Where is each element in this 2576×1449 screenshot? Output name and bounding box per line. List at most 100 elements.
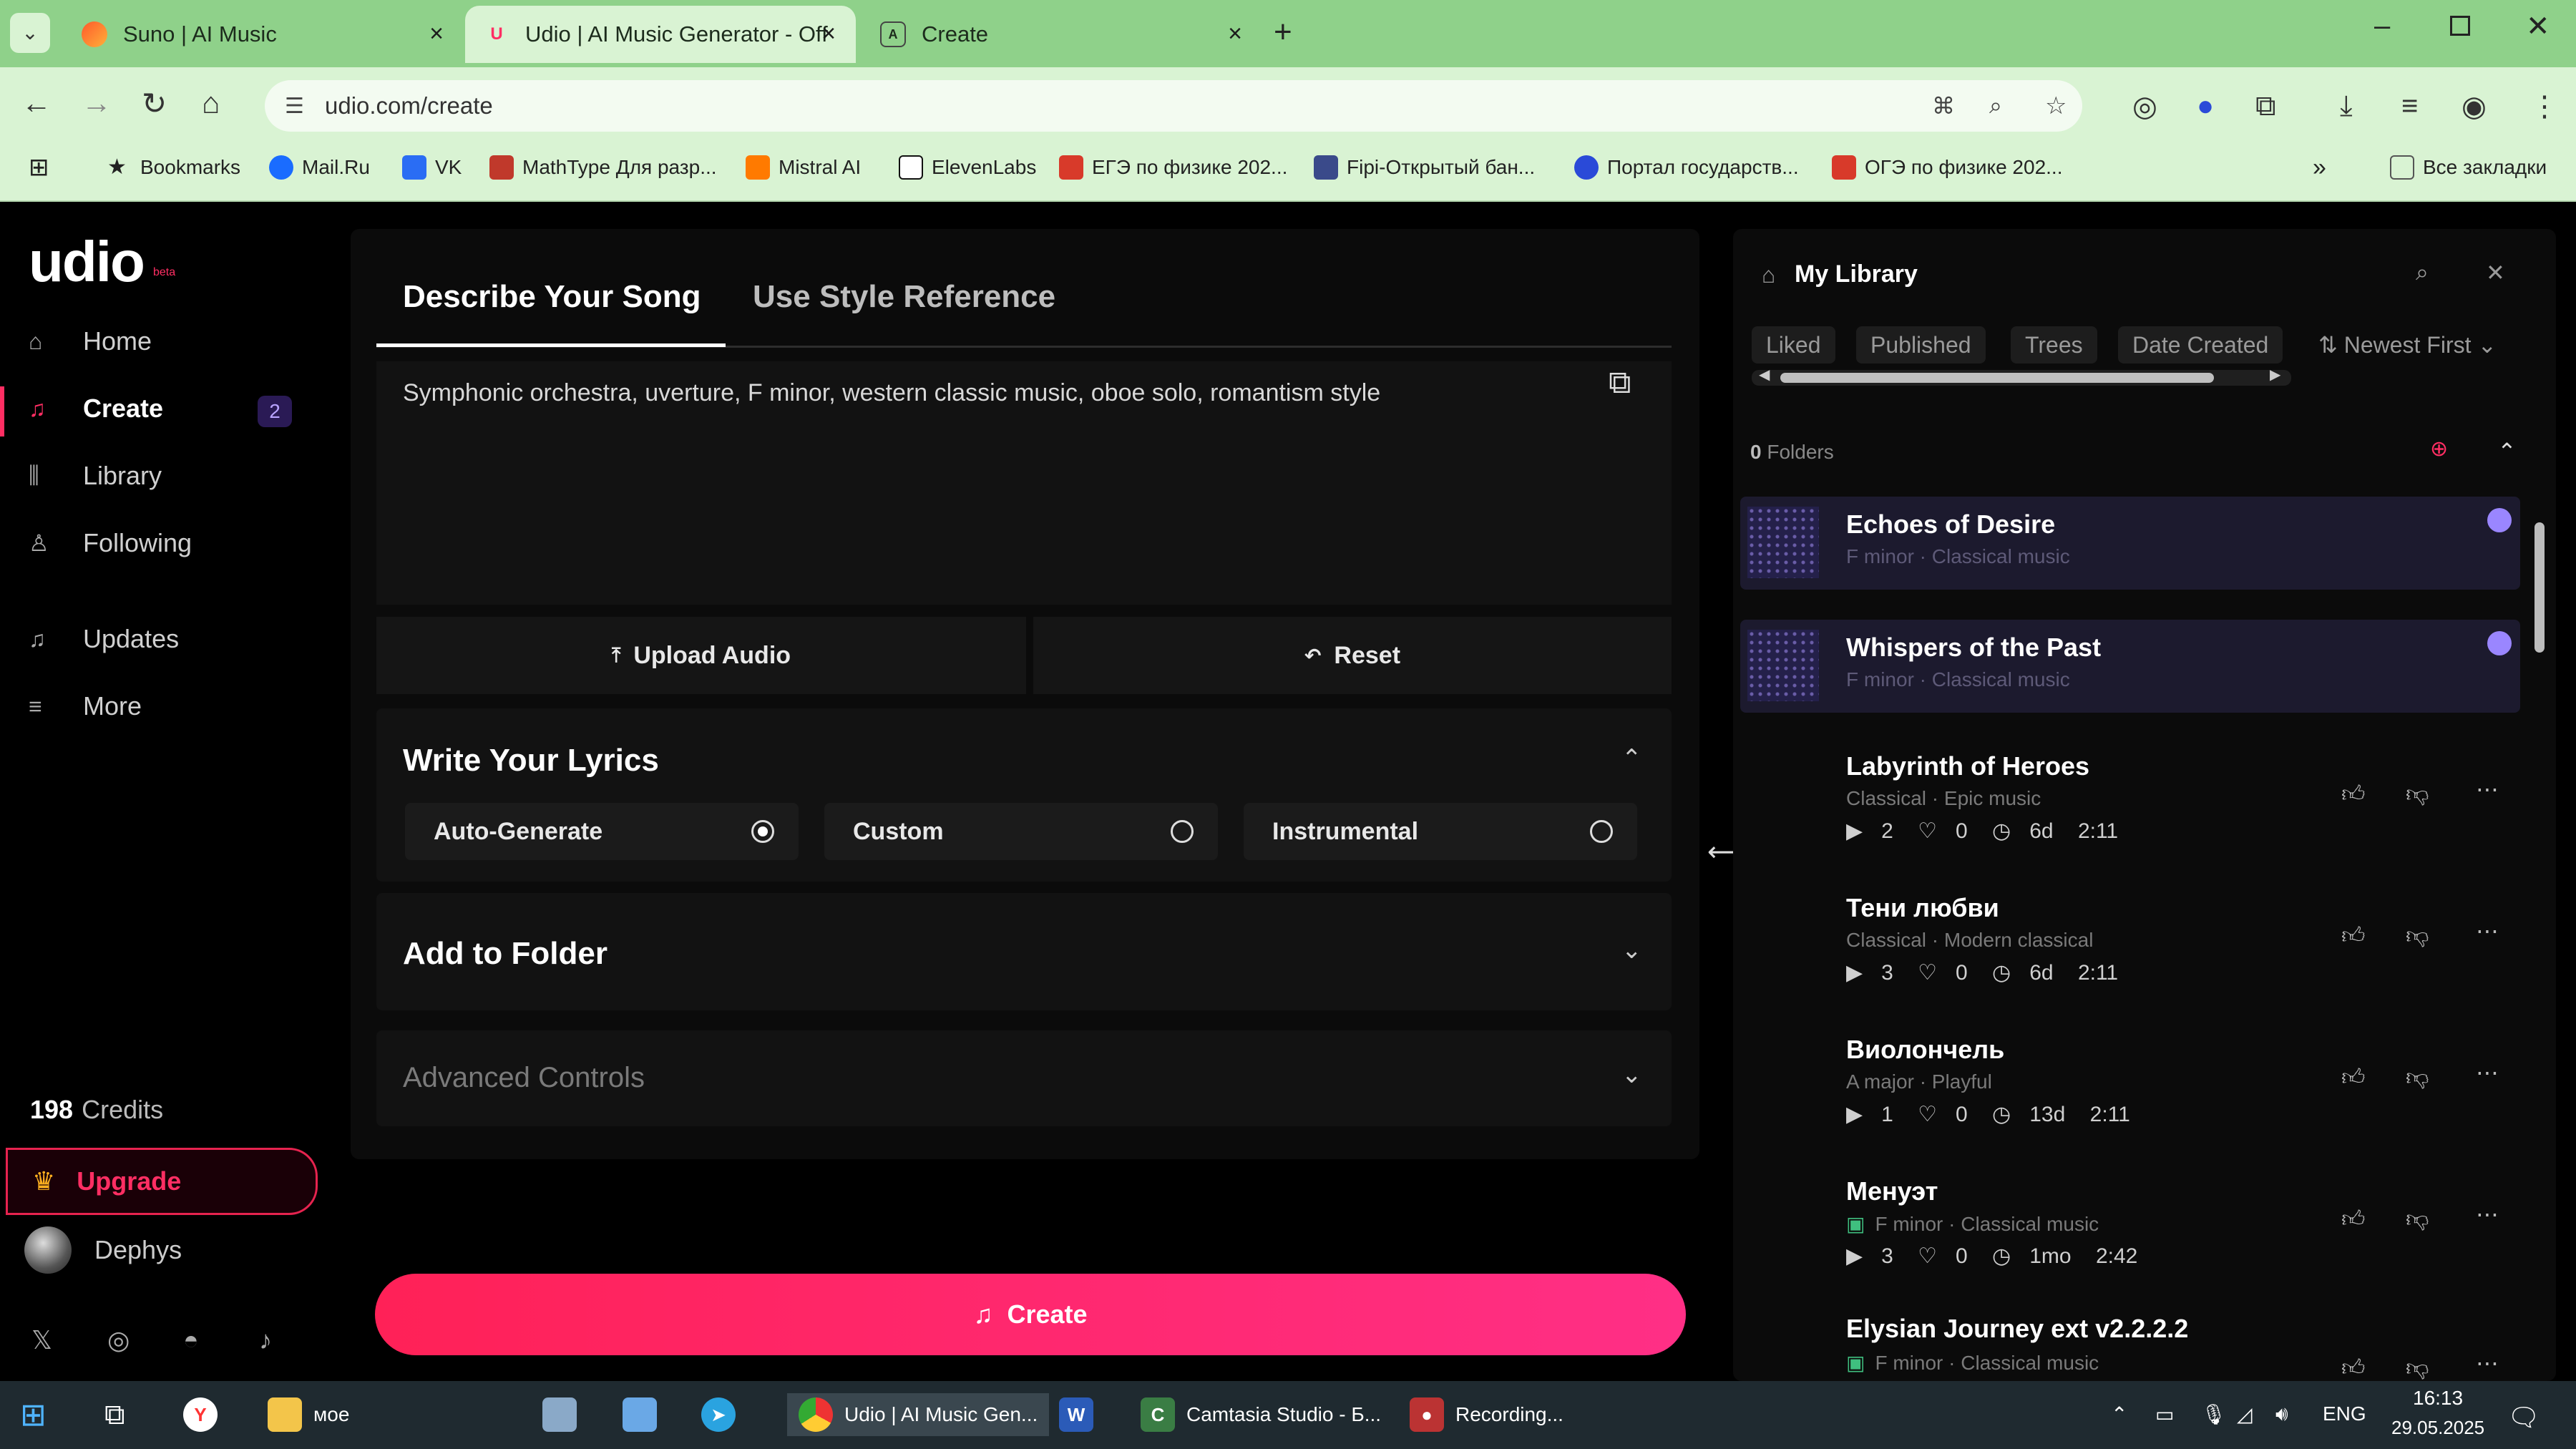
close-tab-icon[interactable]: ×: [821, 20, 836, 48]
tab-udio[interactable]: U Udio | AI Music Generator - Off ×: [465, 6, 856, 63]
taskbar-chrome-udio[interactable]: Udio | AI Music Gen...: [787, 1393, 1050, 1436]
url-field[interactable]: ☰ udio.com/create ⌘ ⌕ ☆: [265, 80, 2082, 132]
bookmark-item[interactable]: ОГЭ по физике 202...: [1832, 153, 2063, 182]
sort-newest-first[interactable]: ⇅ Newest First ⌄: [2304, 326, 2511, 364]
discord-icon[interactable]: ◓: [183, 1325, 199, 1355]
lyrics-section-title[interactable]: Write Your Lyrics: [403, 743, 659, 779]
sidebar-item-updates[interactable]: ♫ Updates: [29, 624, 179, 654]
library-song-row[interactable]: Виолончель A major · Playful ▶ 1 ♡ 0 ◷ 13d …: [1740, 1028, 2520, 1126]
taskbar-folder[interactable]: мое: [268, 1393, 349, 1436]
copy-prompt-icon[interactable]: ⧉: [1609, 365, 1631, 401]
language-indicator[interactable]: ENG: [2323, 1402, 2366, 1425]
udio-logo[interactable]: udio: [29, 229, 145, 295]
thumbs-down-icon[interactable]: 👎︎: [2406, 1354, 2429, 1381]
more-options-icon[interactable]: ⋯: [2476, 1059, 2499, 1086]
download-icon[interactable]: ⤓: [2340, 90, 2353, 122]
sidebar-item-more[interactable]: ≡ More: [29, 691, 142, 721]
radio-selected[interactable]: [751, 820, 774, 843]
library-scrollbar[interactable]: [2533, 494, 2546, 1378]
star-icon[interactable]: ☆: [2045, 92, 2067, 120]
lyrics-option-auto-generate[interactable]: Auto-Generate: [405, 803, 799, 860]
bookmark-item[interactable]: Fipi-Открытый бан...: [1314, 153, 1535, 182]
microphone-icon[interactable]: 🎙︎: [2201, 1402, 2227, 1426]
taskbar-word[interactable]: W: [1059, 1393, 1105, 1436]
play-icon[interactable]: ▶: [1846, 1244, 1863, 1268]
windows-start-icon[interactable]: ⊞: [20, 1393, 47, 1436]
thumbs-up-icon[interactable]: 👍︎: [2341, 922, 2365, 950]
tab-create[interactable]: A Create ×: [862, 6, 1262, 63]
library-song-row[interactable]: Labyrinth of Heroes Classical · Epic mus…: [1740, 744, 2520, 843]
tab-use-style-reference[interactable]: Use Style Reference: [753, 279, 1055, 315]
site-info-icon[interactable]: ☰: [285, 94, 304, 119]
more-options-icon[interactable]: ⋯: [2476, 917, 2499, 945]
play-icon[interactable]: ▶: [1846, 961, 1863, 985]
thumbs-down-icon[interactable]: 👎︎: [2406, 1205, 2429, 1233]
more-options-icon[interactable]: ⋯: [2476, 1201, 2499, 1228]
translate-icon[interactable]: ⌘: [1932, 92, 1955, 119]
forward-icon[interactable]: →: [82, 86, 112, 120]
filter-published[interactable]: Published: [1856, 326, 1986, 364]
tab-list-button[interactable]: ⌄: [10, 13, 50, 53]
bookmark-item[interactable]: Mistral AI: [746, 153, 861, 182]
play-icon[interactable]: ▶: [1846, 1103, 1863, 1126]
scroll-right-icon[interactable]: ▶: [2270, 366, 2280, 384]
lyrics-option-instrumental[interactable]: Instrumental: [1244, 803, 1637, 860]
minimize-icon[interactable]: –: [2374, 10, 2390, 42]
library-song-row[interactable]: Тени любви Classical · Modern classical …: [1740, 886, 2520, 985]
thumbs-up-icon[interactable]: 👍︎: [2341, 1354, 2365, 1381]
tray-app-icon[interactable]: ▭: [2155, 1402, 2174, 1426]
media-control-icon[interactable]: ≡: [2401, 90, 2418, 122]
bookmark-item[interactable]: Mail.Ru: [269, 153, 370, 182]
taskbar-telegram[interactable]: ➤: [701, 1393, 747, 1436]
bookmark-item[interactable]: ★ Bookmarks: [107, 153, 240, 182]
close-tab-icon[interactable]: ×: [1228, 20, 1242, 48]
create-button[interactable]: ♫ Create: [375, 1274, 1686, 1355]
close-window-icon[interactable]: ✕: [2526, 10, 2550, 43]
thumbs-up-icon[interactable]: 👍︎: [2341, 1205, 2365, 1233]
chevron-up-icon[interactable]: ⌃: [1621, 744, 1642, 773]
apps-grid-icon[interactable]: ⊞: [29, 153, 49, 182]
chevron-down-icon[interactable]: ⌄: [1621, 1060, 1642, 1089]
thumbs-down-icon[interactable]: 👎︎: [2406, 780, 2429, 808]
reset-button[interactable]: ↶ Reset: [1033, 617, 1672, 694]
clock-date[interactable]: 29.05.2025: [2391, 1417, 2484, 1439]
bookmark-item[interactable]: Портал государств...: [1574, 153, 1799, 182]
thumbs-up-icon[interactable]: 👍︎: [2341, 1063, 2365, 1091]
bookmark-item[interactable]: VK: [402, 153, 462, 182]
chevron-down-icon[interactable]: ⌄: [1621, 936, 1642, 965]
more-options-icon[interactable]: ⋯: [2476, 776, 2499, 803]
taskbar-yandex[interactable]: Y: [183, 1393, 229, 1436]
library-song-row[interactable]: Whispers of the Past F minor · Classical…: [1740, 620, 2520, 713]
clock-time[interactable]: 16:13: [2413, 1387, 2463, 1410]
new-tab-button[interactable]: +: [1274, 14, 1292, 50]
browser-menu-icon[interactable]: ⋮: [2530, 90, 2559, 123]
play-icon[interactable]: ▶: [1846, 819, 1863, 843]
sidebar-item-library[interactable]: ⫼ Library: [29, 461, 162, 491]
reload-icon[interactable]: ↻: [142, 86, 167, 121]
more-bookmarks-icon[interactable]: »: [2313, 153, 2326, 182]
library-song-row[interactable]: Менуэт ▣ F minor · Classical music ▶ 3 ♡ 0 …: [1740, 1169, 2520, 1268]
volume-icon[interactable]: 🔊︎: [2275, 1402, 2288, 1426]
extension-globe-icon[interactable]: ◎: [2132, 90, 2157, 123]
lyrics-option-custom[interactable]: Custom: [824, 803, 1218, 860]
bookmark-item[interactable]: ЕГЭ по физике 202...: [1059, 153, 1287, 182]
back-icon[interactable]: ←: [21, 86, 52, 120]
thumbs-up-icon[interactable]: 👍︎: [2341, 780, 2365, 808]
maximize-icon[interactable]: [2450, 16, 2470, 36]
user-profile[interactable]: Dephys: [24, 1226, 182, 1274]
extensions-puzzle-icon[interactable]: ⧉: [2255, 90, 2276, 122]
tray-overflow-icon[interactable]: ⌃: [2111, 1402, 2127, 1426]
tab-suno[interactable]: Suno | AI Music ×: [63, 6, 464, 63]
library-song-row[interactable]: Echoes of Desire F minor · Classical mus…: [1740, 497, 2520, 590]
notifications-icon[interactable]: 🗨︎: [2507, 1402, 2540, 1433]
close-icon[interactable]: ✕: [2486, 259, 2505, 286]
chevron-up-icon[interactable]: ⌃: [2497, 438, 2517, 465]
taskbar-recording[interactable]: ● Recording...: [1410, 1393, 1563, 1436]
scrollbar-thumb[interactable]: [2534, 522, 2545, 653]
upgrade-button[interactable]: ♛ Upgrade: [6, 1148, 318, 1215]
more-options-icon[interactable]: ⋯: [2476, 1350, 2499, 1377]
home-page-icon[interactable]: ⌂: [202, 86, 220, 120]
taskbar-app[interactable]: [542, 1393, 588, 1436]
thumbs-down-icon[interactable]: 👎︎: [2406, 922, 2429, 950]
upload-audio-button[interactable]: ⤒ Upload Audio: [376, 617, 1026, 694]
